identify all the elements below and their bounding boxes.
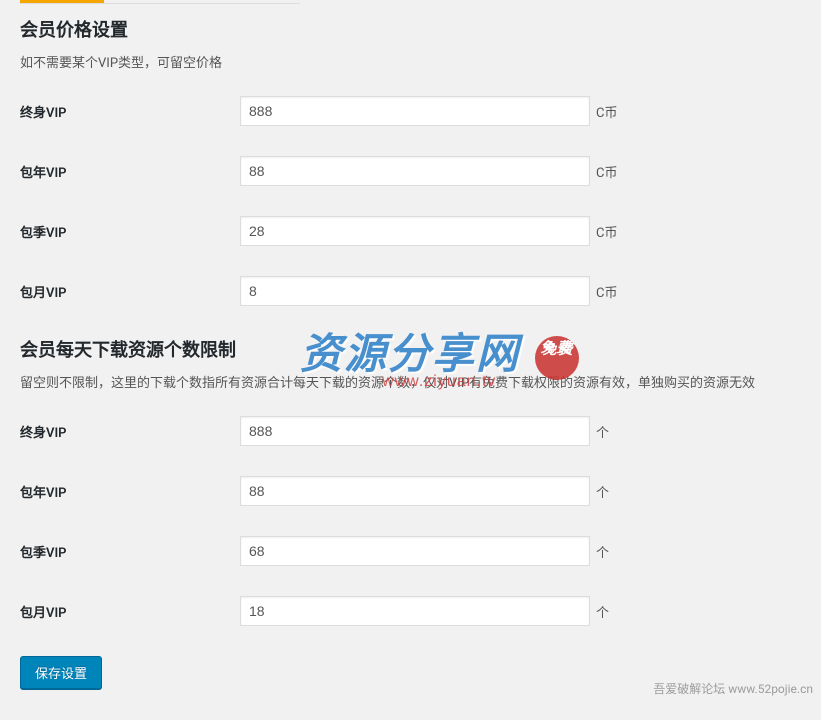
unit-count: 个 [596,482,609,501]
limit-row-monthly: 包月VIP 个 [20,596,801,626]
section-description-limit: 留空则不限制，这里的下载个数指所有资源合计每天下载的资源个数，仅对VIP有免费下… [20,372,801,391]
input-quarterly-vip-limit[interactable] [240,536,590,566]
label-quarterly-vip: 包季VIP [20,222,240,241]
input-lifetime-vip-price[interactable] [240,96,590,126]
section-title-price: 会员价格设置 [20,16,801,42]
unit-currency: C币 [596,162,617,181]
price-row-monthly: 包月VIP C币 [20,276,801,306]
save-button[interactable]: 保存设置 [20,656,102,689]
footer-badge: 吾爱破解论坛 www.52pojie.cn [653,680,813,697]
unit-currency: C币 [596,102,617,121]
label-quarterly-vip-limit: 包季VIP [20,542,240,561]
label-lifetime-vip: 终身VIP [20,102,240,121]
label-monthly-vip: 包月VIP [20,282,240,301]
unit-count: 个 [596,422,609,441]
input-quarterly-vip-price[interactable] [240,216,590,246]
price-row-quarterly: 包季VIP C币 [20,216,801,246]
input-yearly-vip-price[interactable] [240,156,590,186]
label-lifetime-vip-limit: 终身VIP [20,422,240,441]
section-description-price: 如不需要某个VIP类型，可留空价格 [20,52,801,71]
label-yearly-vip: 包年VIP [20,162,240,181]
limit-row-yearly: 包年VIP 个 [20,476,801,506]
price-row-lifetime: 终身VIP C币 [20,96,801,126]
input-yearly-vip-limit[interactable] [240,476,590,506]
section-title-limit: 会员每天下载资源个数限制 [20,336,801,362]
limit-row-lifetime: 终身VIP 个 [20,416,801,446]
input-lifetime-vip-limit[interactable] [240,416,590,446]
unit-count: 个 [596,602,609,621]
label-monthly-vip-limit: 包月VIP [20,602,240,621]
section-divider [20,0,300,4]
limit-row-quarterly: 包季VIP 个 [20,536,801,566]
input-monthly-vip-price[interactable] [240,276,590,306]
label-yearly-vip-limit: 包年VIP [20,482,240,501]
unit-currency: C币 [596,282,617,301]
unit-count: 个 [596,542,609,561]
unit-currency: C币 [596,222,617,241]
input-monthly-vip-limit[interactable] [240,596,590,626]
price-row-yearly: 包年VIP C币 [20,156,801,186]
